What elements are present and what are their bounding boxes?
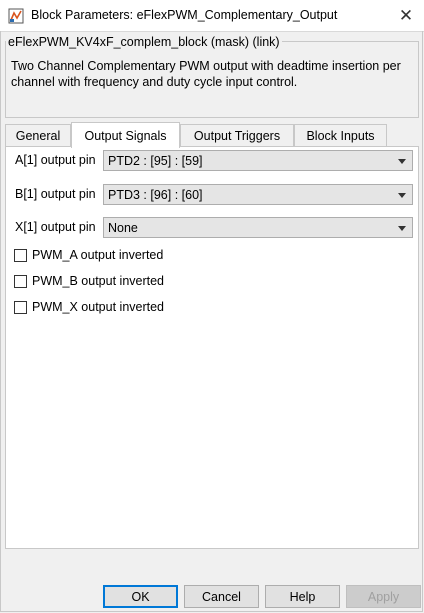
simulink-block-icon bbox=[8, 8, 24, 24]
chevron-down-icon bbox=[398, 226, 406, 231]
pwm-b-inverted-checkbox[interactable] bbox=[14, 274, 27, 288]
pwm-a-inverted-checkbox[interactable] bbox=[14, 248, 27, 262]
pwm-x-inverted-label: PWM_X output inverted bbox=[32, 300, 165, 314]
a1-output-pin-select[interactable]: PTD2 : [95] : [59] bbox=[103, 150, 413, 171]
tab-output-signals[interactable]: Output Signals bbox=[71, 122, 180, 148]
pwm-b-inverted-row[interactable]: PWM_B output inverted bbox=[14, 274, 164, 288]
chevron-down-icon bbox=[398, 159, 406, 164]
b1-output-pin-select[interactable]: PTD3 : [96] : [60] bbox=[103, 184, 413, 205]
title-bar: Block Parameters: eFlexPWM_Complementary… bbox=[0, 0, 424, 32]
pwm-x-inverted-checkbox[interactable] bbox=[14, 300, 27, 314]
tab-output-triggers[interactable]: Output Triggers bbox=[180, 124, 294, 146]
x1-output-pin-select[interactable]: None bbox=[103, 217, 413, 238]
cancel-button[interactable]: Cancel bbox=[184, 585, 259, 608]
b1-output-pin-value: PTD3 : [96] : [60] bbox=[108, 188, 203, 202]
tab-panel: A[1] output pin PTD2 : [95] : [59] B[1] … bbox=[5, 146, 419, 549]
x1-output-pin-label: X[1] output pin bbox=[15, 220, 96, 234]
ok-button[interactable]: OK bbox=[103, 585, 178, 608]
help-button[interactable]: Help bbox=[265, 585, 340, 608]
tab-block-inputs[interactable]: Block Inputs bbox=[294, 124, 387, 146]
close-icon: ✕ bbox=[398, 5, 414, 25]
a1-output-pin-value: PTD2 : [95] : [59] bbox=[108, 154, 203, 168]
mask-link-title: eFlexPWM_KV4xF_complem_block (mask) (lin… bbox=[6, 35, 282, 49]
pwm-x-inverted-row[interactable]: PWM_X output inverted bbox=[14, 300, 164, 314]
window-title: Block Parameters: eFlexPWM_Complementary… bbox=[31, 8, 338, 22]
chevron-down-icon bbox=[398, 193, 406, 198]
close-button[interactable]: ✕ bbox=[388, 0, 424, 31]
pwm-a-inverted-label: PWM_A output inverted bbox=[32, 248, 164, 262]
block-description: Two Channel Complementary PWM output wit… bbox=[11, 59, 401, 89]
apply-button[interactable]: Apply bbox=[346, 585, 421, 608]
pwm-b-inverted-label: PWM_B output inverted bbox=[32, 274, 165, 288]
tab-general[interactable]: General bbox=[5, 124, 71, 146]
x1-output-pin-value: None bbox=[108, 221, 138, 235]
a1-output-pin-label: A[1] output pin bbox=[15, 153, 96, 167]
b1-output-pin-label: B[1] output pin bbox=[15, 187, 96, 201]
pwm-a-inverted-row[interactable]: PWM_A output inverted bbox=[14, 248, 163, 262]
